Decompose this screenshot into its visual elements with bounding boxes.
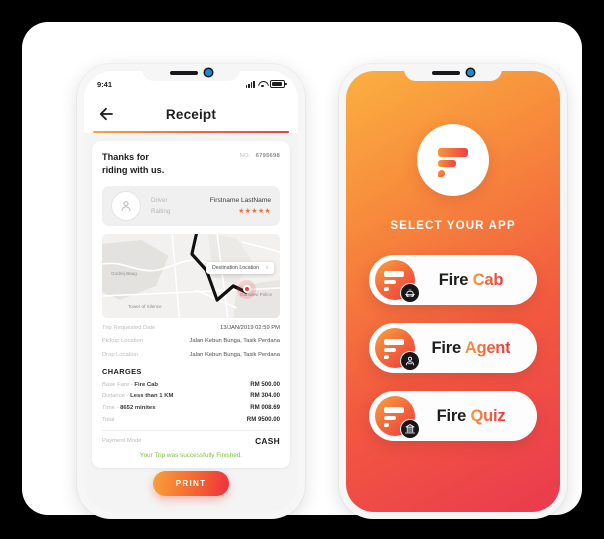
fire-agent-icon (375, 328, 420, 371)
charge-value: RM 500.00 (250, 380, 280, 388)
rating-label: Raiting (151, 207, 171, 215)
phone-left-screen: 9:41 Receipt Thanks for riding with us. … (84, 71, 298, 512)
charge-label: Distance - Less than 1 KM (102, 393, 174, 400)
taxi-icon (400, 283, 420, 303)
fire-quiz-icon (375, 396, 420, 439)
destination-label: Destination Location (211, 264, 259, 271)
thanks-line-2: riding with us. (102, 165, 165, 176)
charge-value: RM 008.69 (250, 404, 280, 412)
trip-detail-label: Drop Location (102, 351, 139, 358)
status-bar-time: 9:41 (97, 79, 113, 89)
earpiece-speaker (432, 70, 460, 75)
charges-heading: CHARGES (102, 367, 142, 377)
destination-pin (237, 279, 256, 299)
charges-list: Base Fare - Fire Cab RM 500.00 Distance … (102, 378, 280, 425)
app-label-fire-cab: Fire Cab (438, 270, 504, 289)
payment-mode-row: Payment Mode CASH (102, 431, 280, 450)
trip-detail-row: Drop Location Jalan Kebun Bunga, Tasik P… (102, 348, 280, 361)
trip-detail-value: Jalan Kebun Bunga, Tasik Perdana (189, 351, 280, 358)
page-canvas: 9:41 Receipt Thanks for riding with us. … (22, 22, 582, 519)
trip-details-list: Trip Requested Date 13/JAN/2019 02:59 PM… (102, 322, 280, 362)
chevron-right-icon: › (266, 264, 268, 271)
fire-cab-icon (375, 260, 420, 303)
charge-label: Time - 8652 minites (102, 405, 156, 412)
print-button[interactable]: PRINT (153, 471, 229, 496)
cellular-signal-icon (245, 80, 255, 88)
agent-icon (400, 351, 420, 371)
avatar (111, 190, 141, 221)
rating-row: Raiting ★★★★★ (151, 206, 271, 217)
trip-detail-label: Pickup Location (102, 338, 143, 345)
logo-bar-mid (438, 160, 456, 167)
trip-detail-value: Jalan Kebun Bunga, Tasik Perdana (189, 338, 280, 345)
charge-value: RM 304.00 (250, 392, 280, 400)
pin-dot-icon (242, 285, 251, 294)
trip-detail-label: Trip Requested Date (102, 325, 156, 332)
phone-right-app-selector: SELECT YOUR APP Fire Cab Fire Agent Fire… (339, 64, 567, 519)
building-icon (400, 419, 420, 439)
driver-row: Driver Firstname LastName (151, 195, 271, 206)
logo-bar-dot (438, 170, 445, 177)
payment-mode-value: CASH (255, 436, 280, 447)
rating-stars: ★★★★★ (238, 207, 271, 215)
receipt-body: Thanks for riding with us. NO. 6795698 D… (84, 133, 298, 512)
driver-info-box: Driver Firstname LastName Raiting ★★★★★ (102, 185, 280, 226)
charge-row-total: Total RM 9500.00 (102, 414, 280, 426)
trip-detail-row: Trip Requested Date 13/JAN/2019 02:59 PM (102, 322, 280, 335)
charge-row: Base Fare - Fire Cab RM 500.00 (102, 378, 280, 390)
front-camera (205, 69, 212, 76)
trip-map[interactable]: Godrej Baug Tower of Silence Gamdevi Pol… (102, 233, 280, 318)
trip-detail-row: Pickup Location Jalan Kebun Bunga, Tasik… (102, 335, 280, 348)
charge-value: RM 9500.00 (246, 415, 280, 423)
phone-right-screen: SELECT YOUR APP Fire Cab Fire Agent Fire… (346, 71, 560, 512)
receipt-no-label: NO. (239, 153, 251, 159)
app-label-fire-agent: Fire Agent (431, 338, 511, 357)
charge-label: Base Fare - Fire Cab (102, 381, 158, 388)
charge-row: Distance - Less than 1 KM RM 304.00 (102, 390, 280, 402)
destination-location-pill[interactable]: Destination Location › (205, 261, 274, 274)
earpiece-speaker (170, 70, 198, 75)
phone-left-receipt: 9:41 Receipt Thanks for riding with us. … (77, 64, 305, 519)
front-camera (467, 69, 474, 76)
charge-row: Time - 8652 minites RM 008.69 (102, 402, 280, 414)
payment-mode-label: Payment Mode (102, 438, 142, 445)
fire-logo (417, 124, 489, 196)
driver-name: Firstname LastName (209, 196, 271, 204)
phone-notch (404, 64, 502, 81)
battery-icon (270, 79, 287, 89)
thanks-row: Thanks for riding with us. NO. 6795698 (102, 151, 280, 178)
driver-label: Driver (151, 196, 168, 204)
receipt-header: Receipt (84, 97, 298, 131)
charge-label: Total (102, 416, 115, 423)
phone-notch (142, 64, 240, 81)
app-button-fire-agent[interactable]: Fire Agent (369, 323, 537, 373)
receipt-no-value: 6795698 (255, 153, 280, 159)
receipt-card: Thanks for riding with us. NO. 6795698 D… (92, 141, 290, 469)
page-title: Receipt (165, 106, 217, 122)
map-label: Tower of Silence (128, 303, 162, 309)
app-button-fire-cab[interactable]: Fire Cab (369, 255, 537, 305)
select-app-title: SELECT YOUR APP (390, 219, 516, 232)
trip-detail-value: 13/JAN/2019 02:59 PM (220, 325, 280, 332)
app-button-fire-quiz[interactable]: Fire Quiz (369, 391, 537, 441)
map-label: Godrej Baug (111, 270, 137, 276)
app-label-fire-quiz: Fire Quiz (436, 406, 506, 425)
arrow-left-icon[interactable] (97, 105, 115, 123)
wifi-icon (258, 81, 267, 88)
thanks-line-1: Thanks for (102, 152, 149, 162)
trip-finished-note: Your Trip was successfully Finished. (139, 452, 243, 460)
logo-bar-top (438, 148, 468, 157)
